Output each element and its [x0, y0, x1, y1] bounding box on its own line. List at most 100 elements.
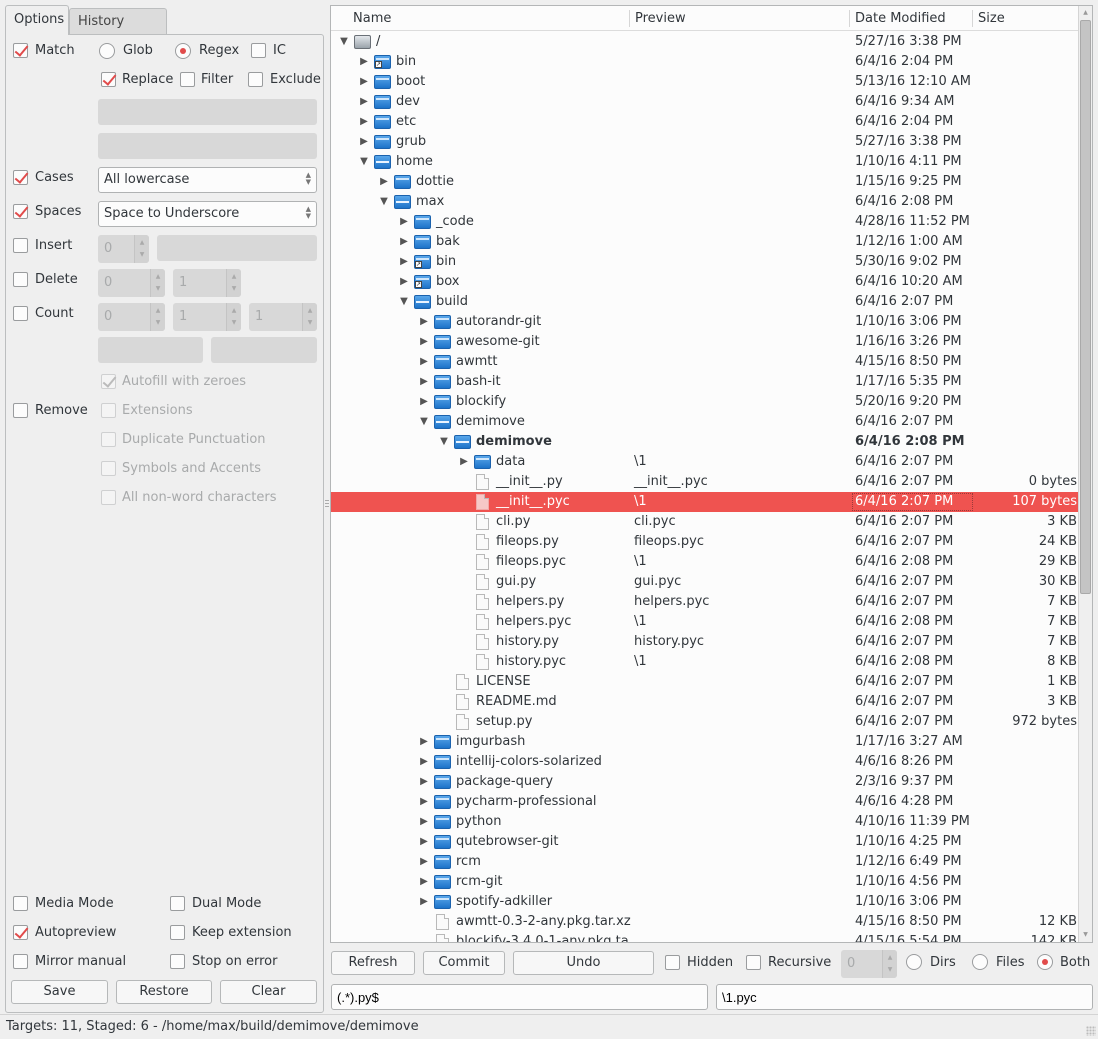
tree-row[interactable]: ▶ awesome-git 1/16/16 3:26 PM	[331, 332, 1079, 352]
both-radio[interactable]	[1037, 954, 1053, 970]
hidden-checkbox[interactable]	[665, 955, 680, 970]
column-header-date[interactable]: Date Modified	[849, 6, 946, 31]
match-checkbox[interactable]	[13, 43, 28, 58]
spin-arrows-icon[interactable]: ▲ ▼	[150, 303, 165, 331]
tree-row[interactable]: fileops.py fileops.pyc 6/4/16 2:07 PM 24 KB	[331, 532, 1079, 552]
insert-position-spinbox[interactable]: 0 ▲ ▼	[98, 235, 149, 263]
spin-arrows-icon[interactable]: ▲ ▼	[134, 235, 149, 263]
tab-options[interactable]: Options	[5, 5, 69, 35]
tree-row[interactable]: ▶ spotify-adkiller 1/10/16 3:06 PM	[331, 892, 1079, 912]
tree-row[interactable]: LICENSE 6/4/16 2:07 PM 1 KB	[331, 672, 1079, 692]
tree-row[interactable]: fileops.pyc \1 6/4/16 2:08 PM 29 KB	[331, 552, 1079, 572]
delete-from-spinbox[interactable]: 0 ▲ ▼	[98, 269, 165, 297]
autopreview-checkbox[interactable]	[13, 925, 28, 940]
collapsed-arrow-icon[interactable]: ▶	[458, 452, 470, 472]
tree-row[interactable]: helpers.pyc \1 6/4/16 2:08 PM 7 KB	[331, 612, 1079, 632]
collapsed-arrow-icon[interactable]: ▶	[418, 872, 430, 892]
column-header-preview[interactable]: Preview	[629, 6, 686, 31]
tree-row[interactable]: ▶ bash-it 1/17/16 5:35 PM	[331, 372, 1079, 392]
match-pattern-field[interactable]	[98, 99, 317, 125]
tree-row[interactable]: helpers.py helpers.pyc 6/4/16 2:07 PM 7 KB	[331, 592, 1079, 612]
count-width-spinbox[interactable]: 1 ▲ ▼	[249, 303, 317, 331]
tree-row[interactable]: ▶ boot 5/13/16 12:10 AM	[331, 72, 1079, 92]
refresh-button[interactable]: Refresh	[331, 951, 415, 975]
remove-checkbox[interactable]	[13, 403, 28, 418]
expanded-arrow-icon[interactable]: ▼	[418, 412, 430, 432]
collapsed-arrow-icon[interactable]: ▶	[358, 132, 370, 152]
scroll-up-arrow-icon[interactable]: ▲	[1079, 6, 1092, 20]
undo-button[interactable]: Undo	[513, 951, 654, 975]
tree-row[interactable]: ▶ data \1 6/4/16 2:07 PM	[331, 452, 1079, 472]
tree-row[interactable]: ▶ ↗ bin 5/30/16 9:02 PM	[331, 252, 1079, 272]
column-header-name[interactable]: Name	[347, 6, 391, 31]
tree-row[interactable]: ▶ awmtt 4/15/16 8:50 PM	[331, 352, 1079, 372]
collapsed-arrow-icon[interactable]: ▶	[398, 232, 410, 252]
expanded-arrow-icon[interactable]: ▼	[438, 432, 450, 452]
tree-row[interactable]: ▶ dev 6/4/16 9:34 AM	[331, 92, 1079, 112]
save-button[interactable]: Save	[11, 980, 108, 1004]
restore-button[interactable]: Restore	[116, 980, 212, 1004]
clear-button[interactable]: Clear	[220, 980, 317, 1004]
collapsed-arrow-icon[interactable]: ▶	[418, 792, 430, 812]
splitter-handle[interactable]	[325, 500, 329, 512]
column-header-size[interactable]: Size	[972, 6, 1005, 31]
collapsed-arrow-icon[interactable]: ▶	[418, 832, 430, 852]
scroll-down-arrow-icon[interactable]: ▼	[1079, 928, 1092, 942]
collapsed-arrow-icon[interactable]: ▶	[418, 352, 430, 372]
collapsed-arrow-icon[interactable]: ▶	[418, 752, 430, 772]
spin-arrows-icon[interactable]: ▲ ▼	[226, 269, 241, 297]
recursive-checkbox[interactable]	[746, 955, 761, 970]
spin-arrows-icon[interactable]: ▲ ▼	[882, 950, 897, 978]
tree-row[interactable]: ▶ etc 6/4/16 2:04 PM	[331, 112, 1079, 132]
tab-history[interactable]: History (NYI)	[69, 8, 167, 55]
tree-row[interactable]: __init__.pyc \1 6/4/16 2:07 PM 107 bytes	[331, 492, 1079, 512]
tree-row[interactable]: ▶ ↗ bin 6/4/16 2:04 PM	[331, 52, 1079, 72]
collapsed-arrow-icon[interactable]: ▶	[418, 312, 430, 332]
tree-row[interactable]: ▼ / 5/27/16 3:38 PM	[331, 32, 1079, 52]
collapsed-arrow-icon[interactable]: ▶	[418, 332, 430, 352]
tree-row[interactable]: ▼ demimove 6/4/16 2:07 PM	[331, 412, 1079, 432]
collapsed-arrow-icon[interactable]: ▶	[418, 372, 430, 392]
filter-checkbox[interactable]	[180, 72, 195, 87]
spin-arrows-icon[interactable]: ▲ ▼	[150, 269, 165, 297]
remove-symbols-checkbox[interactable]	[101, 461, 116, 476]
count-start-spinbox[interactable]: 0 ▲ ▼	[98, 303, 165, 331]
tree-row[interactable]: ▶ rcm 1/12/16 6:49 PM	[331, 852, 1079, 872]
collapsed-arrow-icon[interactable]: ▶	[378, 172, 390, 192]
scrollbar-thumb[interactable]	[1080, 20, 1091, 594]
autofill-checkbox[interactable]	[101, 374, 116, 389]
collapsed-arrow-icon[interactable]: ▶	[358, 52, 370, 72]
expanded-arrow-icon[interactable]: ▼	[358, 152, 370, 172]
commit-button[interactable]: Commit	[423, 951, 505, 975]
insert-text-field[interactable]	[157, 235, 317, 261]
glob-radio[interactable]	[99, 43, 115, 59]
remove-nonword-checkbox[interactable]	[101, 490, 116, 505]
collapsed-arrow-icon[interactable]: ▶	[358, 72, 370, 92]
collapsed-arrow-icon[interactable]: ▶	[358, 112, 370, 132]
tree-row[interactable]: history.pyc \1 6/4/16 2:08 PM 8 KB	[331, 652, 1079, 672]
spin-arrows-icon[interactable]: ▲ ▼	[302, 303, 317, 331]
recursion-depth-spinbox[interactable]: 0 ▲ ▼	[841, 950, 897, 978]
exclude-checkbox[interactable]	[248, 72, 263, 87]
expanded-arrow-icon[interactable]: ▼	[398, 292, 410, 312]
tree-row[interactable]: ▶ pycharm-professional 4/6/16 4:28 PM	[331, 792, 1079, 812]
collapsed-arrow-icon[interactable]: ▶	[398, 252, 410, 272]
tree-row[interactable]: ▶ grub 5/27/16 3:38 PM	[331, 132, 1079, 152]
count-step-spinbox[interactable]: 1 ▲ ▼	[173, 303, 241, 331]
tree-row[interactable]: ▼ home 1/10/16 4:11 PM	[331, 152, 1079, 172]
tree-row[interactable]: ▶ bak 1/12/16 1:00 AM	[331, 232, 1079, 252]
resize-grip-icon[interactable]	[1086, 1026, 1096, 1036]
collapsed-arrow-icon[interactable]: ▶	[398, 272, 410, 292]
expanded-arrow-icon[interactable]: ▼	[378, 192, 390, 212]
count-prefix-field[interactable]	[98, 337, 203, 363]
files-radio[interactable]	[972, 954, 988, 970]
collapsed-arrow-icon[interactable]: ▶	[418, 732, 430, 752]
tree-row[interactable]: awmtt-0.3-2-any.pkg.tar.xz 4/15/16 8:50 P…	[331, 912, 1079, 932]
collapsed-arrow-icon[interactable]: ▶	[358, 92, 370, 112]
tree-row[interactable]: ▶ intellij-colors-solarized 4/6/16 8:26 PM	[331, 752, 1079, 772]
tree-row[interactable]: README.md 6/4/16 2:07 PM 3 KB	[331, 692, 1079, 712]
remove-duplicate-punctuation-checkbox[interactable]	[101, 432, 116, 447]
ic-checkbox[interactable]	[251, 43, 266, 58]
tree-row[interactable]: ▶ dottie 1/15/16 9:25 PM	[331, 172, 1079, 192]
replace-pattern-field[interactable]	[98, 133, 317, 159]
